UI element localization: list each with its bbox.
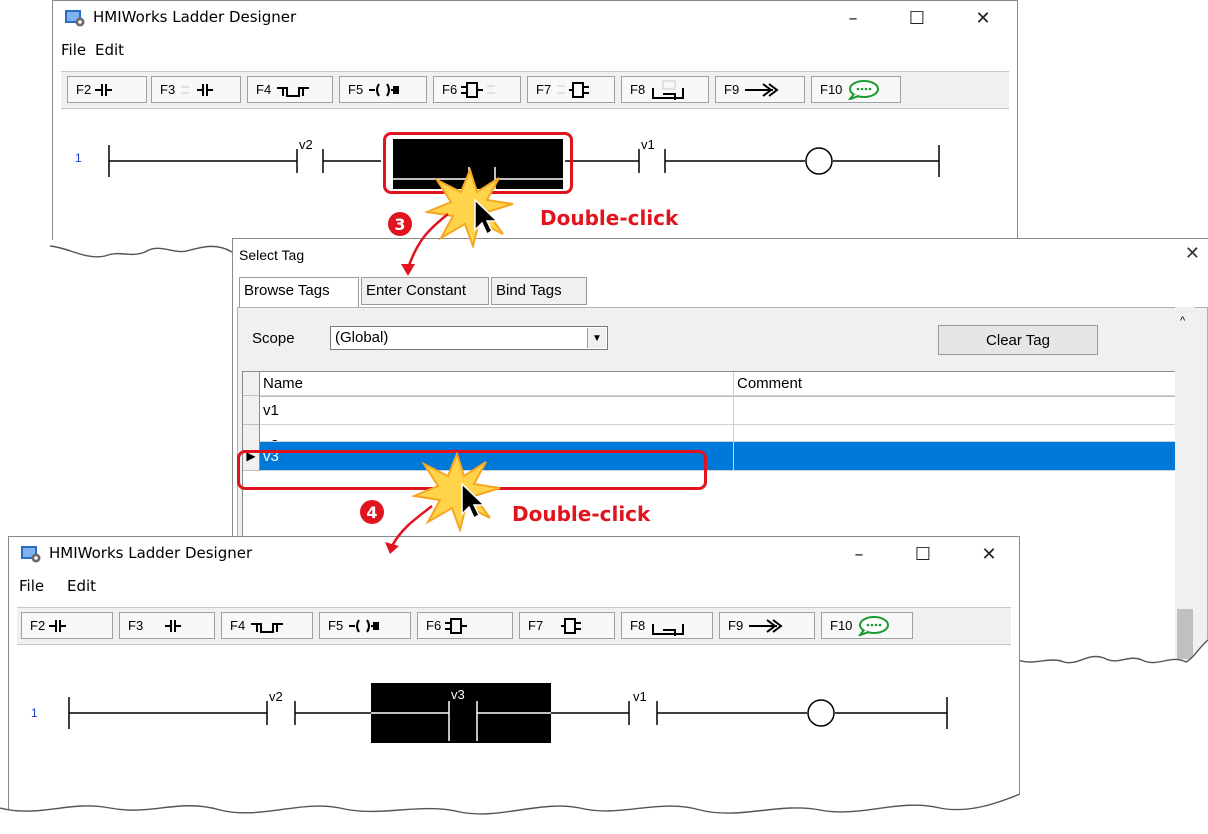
window-title: HMIWorks Ladder Designer: [49, 544, 253, 562]
torn-edge-right: [1018, 639, 1208, 696]
contact-tag-v1: v1: [633, 689, 647, 704]
vertical-scrollbar[interactable]: ^: [1175, 307, 1195, 687]
f2-contact-button[interactable]: F2: [67, 76, 147, 103]
function-block-icon: [445, 617, 468, 634]
menu-edit[interactable]: Edit: [67, 577, 96, 595]
scope-label: Scope: [252, 330, 295, 347]
menu-bar: File Edit: [53, 39, 1017, 63]
torn-edge-bottom: [0, 794, 1020, 834]
menu-file[interactable]: File: [19, 577, 44, 595]
row-header[interactable]: [243, 396, 260, 425]
clear-tag-button[interactable]: Clear Tag: [938, 325, 1098, 355]
f8-parallel-branch-button[interactable]: F8: [621, 612, 713, 639]
callout-double-click-4: Double-click: [512, 502, 651, 526]
contact-nc-icon: [181, 83, 214, 96]
coil-output[interactable]: [805, 147, 833, 175]
close-button[interactable]: ✕: [961, 3, 1005, 33]
column-comment[interactable]: Comment: [734, 372, 1185, 396]
ladder-window-bottom: HMIWorks Ladder Designer – ☐ ✕ File Edit…: [8, 536, 1020, 832]
chevron-up-icon[interactable]: ^: [1180, 315, 1185, 327]
close-button[interactable]: ✕: [967, 539, 1011, 569]
f6-function-block-button[interactable]: F6: [433, 76, 521, 103]
contact-nc-icon: [165, 619, 182, 632]
f9-jump-button[interactable]: F9: [715, 76, 805, 103]
coil-output[interactable]: [807, 699, 835, 727]
parallel-branch-icon: [652, 80, 685, 100]
table-header: Name Comment: [243, 372, 1185, 397]
step-badge-4: 4: [360, 500, 384, 524]
arrow-to-window: [385, 505, 433, 554]
table-row-comment[interactable]: [734, 425, 1185, 442]
callout-double-click-3: Double-click: [540, 206, 679, 230]
toolbar: F2 F3 F4 F5 F6 F7 F8 F9 F10: [17, 607, 1011, 645]
comment-icon: [848, 79, 880, 100]
ladder-window-top: HMIWorks Ladder Designer – ☐ ✕ File Edit…: [52, 0, 1018, 240]
contact-no-icon: [95, 83, 113, 96]
branch-icon: [251, 622, 284, 633]
function-block-icon: [461, 81, 496, 98]
arrow-to-dialog: [401, 213, 449, 276]
f3-contact-nc-button[interactable]: F3: [151, 76, 241, 103]
comment-icon: [858, 615, 890, 636]
f10-comment-button[interactable]: F10: [811, 76, 901, 103]
jump-arrow-icon: [745, 82, 779, 97]
contact-tag-v2: v2: [299, 137, 313, 152]
maximize-button[interactable]: ☐: [895, 3, 939, 33]
f4-branch-button[interactable]: F4: [247, 76, 333, 103]
function-block-alt-icon: [561, 617, 582, 634]
chevron-down-icon[interactable]: ▼: [587, 328, 606, 348]
f6-function-block-button[interactable]: F6: [417, 612, 513, 639]
f3-contact-nc-button[interactable]: F3: [119, 612, 215, 639]
app-icon: [21, 546, 41, 563]
dialog-close-button[interactable]: ✕: [1185, 243, 1200, 264]
parallel-branch-icon: [652, 623, 685, 636]
title-bar[interactable]: HMIWorks Ladder Designer – ☐ ✕: [53, 1, 1017, 35]
f5-coil-button[interactable]: F5: [339, 76, 427, 103]
f7-function-block-button[interactable]: F7: [519, 612, 615, 639]
contact-tag-v3: v3: [451, 687, 465, 702]
contact-tag-v1: v1: [641, 137, 655, 152]
rung-number: 1: [75, 151, 82, 165]
menu-file[interactable]: File: [61, 41, 86, 59]
f2-contact-button[interactable]: F2: [21, 612, 113, 639]
app-icon: [65, 10, 85, 27]
table-row-name[interactable]: v1: [260, 396, 734, 425]
scope-dropdown[interactable]: (Global) ▼: [330, 326, 608, 350]
minimize-button[interactable]: –: [831, 3, 875, 33]
f10-comment-button[interactable]: F10: [821, 612, 913, 639]
title-bar[interactable]: HMIWorks Ladder Designer – ☐ ✕: [9, 537, 1019, 571]
tab-browse-tags[interactable]: Browse Tags: [239, 277, 359, 308]
f7-function-block-button[interactable]: F7: [527, 76, 615, 103]
table-row-name[interactable]: v2: [260, 425, 734, 442]
jump-arrow-icon: [749, 618, 783, 633]
f8-parallel-branch-button[interactable]: F8: [621, 76, 709, 103]
tab-enter-constant[interactable]: Enter Constant: [361, 277, 489, 305]
coil-icon: [349, 618, 380, 633]
function-block-alt-icon: [557, 81, 590, 98]
rung-number: 1: [31, 706, 38, 720]
maximize-button[interactable]: ☐: [901, 539, 945, 569]
menu-edit[interactable]: Edit: [95, 41, 124, 59]
menu-bar: File Edit: [9, 575, 1019, 599]
table-row-comment[interactable]: [734, 396, 1185, 425]
column-name[interactable]: Name: [260, 372, 734, 396]
table-row-comment-selected[interactable]: [734, 442, 1185, 471]
dialog-title: Select Tag: [239, 247, 305, 263]
f4-branch-button[interactable]: F4: [221, 612, 313, 639]
contact-tag-v2: v2: [269, 689, 283, 704]
contact-no-icon: [49, 619, 67, 632]
window-title: HMIWorks Ladder Designer: [93, 8, 297, 26]
f9-jump-button[interactable]: F9: [719, 612, 815, 639]
branch-icon: [277, 86, 310, 97]
tab-bind-tags[interactable]: Bind Tags: [491, 277, 587, 305]
f5-coil-button[interactable]: F5: [319, 612, 411, 639]
coil-icon: [369, 82, 400, 97]
minimize-button[interactable]: –: [837, 539, 881, 569]
toolbar: F2 F3 F4 F5 F6 F7 F8 F9 F10: [61, 71, 1009, 109]
